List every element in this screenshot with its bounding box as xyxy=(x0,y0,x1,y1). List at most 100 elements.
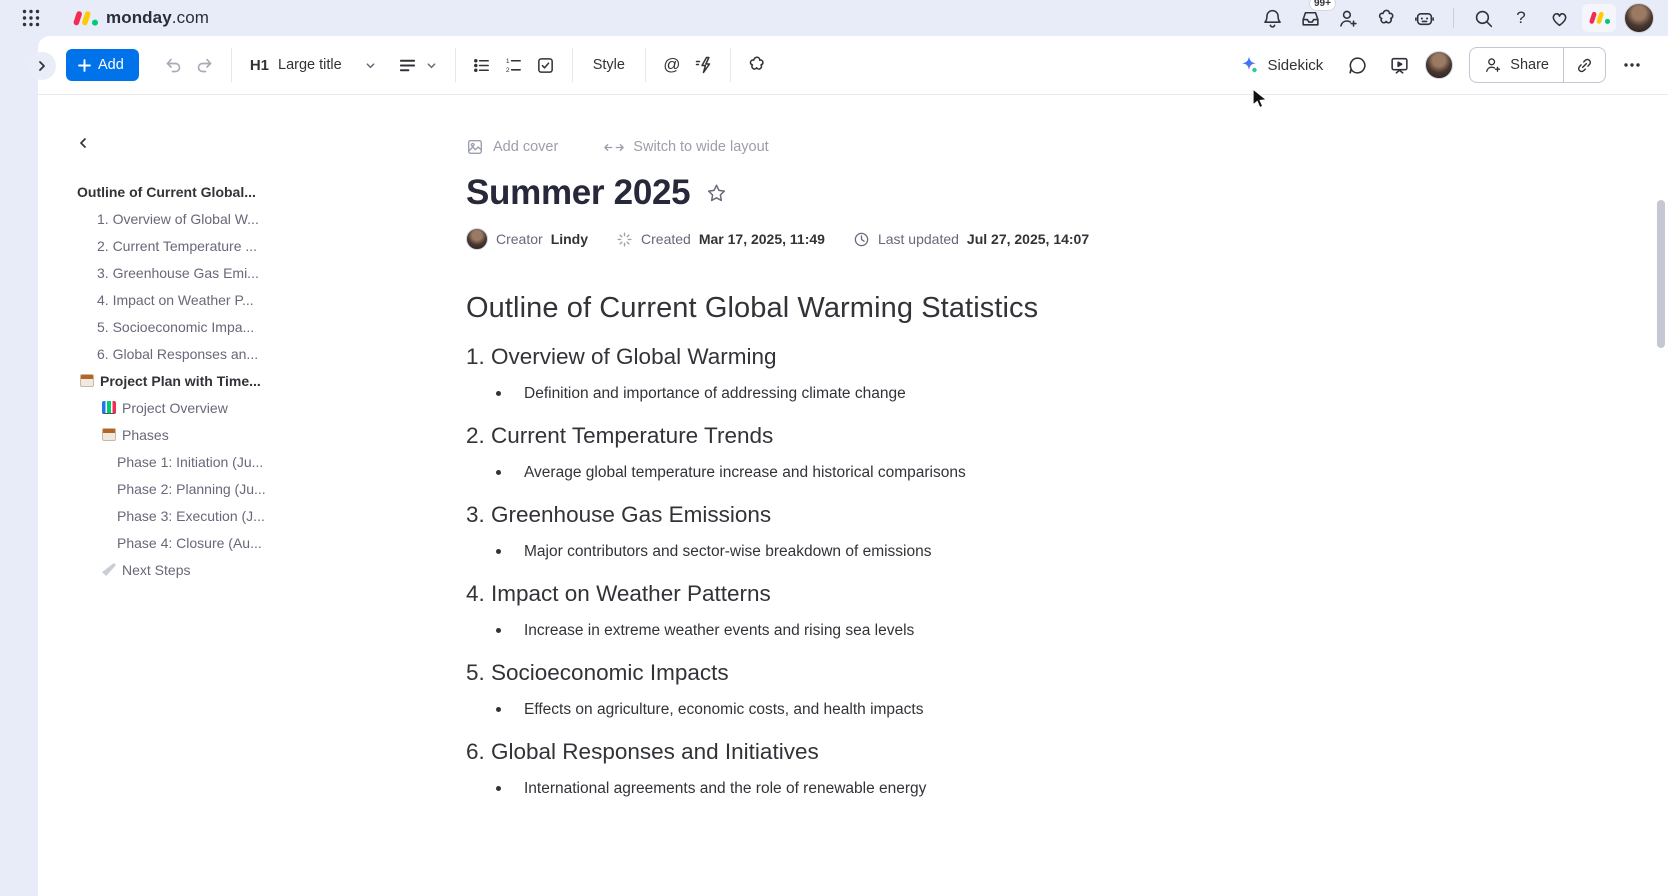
svg-text:1: 1 xyxy=(506,58,510,65)
comments-button[interactable] xyxy=(1341,49,1373,81)
bullet-item[interactable]: Increase in extreme weather events and r… xyxy=(466,620,1186,641)
outline-item[interactable]: Project Plan with Time... xyxy=(62,367,392,394)
section-heading[interactable]: 6. Global Responses and Initiatives xyxy=(466,737,1186,766)
doc-heading[interactable]: Outline of Current Global Warming Statis… xyxy=(466,292,1186,325)
outline-item-label: 6. Global Responses an... xyxy=(97,345,259,362)
outline-item[interactable]: Phase 3: Execution (J... xyxy=(62,502,392,529)
add-button[interactable]: Add xyxy=(66,49,139,81)
toolbar-divider xyxy=(454,48,456,82)
outline-item[interactable]: Phase 2: Planning (Ju... xyxy=(62,475,392,502)
bullet-dot xyxy=(496,391,501,396)
doc-section: 4. Impact on Weather Patterns Increase i… xyxy=(466,579,1186,641)
bullet-item[interactable]: Definition and importance of addressing … xyxy=(466,383,1186,404)
bullet-list-button[interactable] xyxy=(466,49,498,81)
redo-button[interactable] xyxy=(189,49,221,81)
wide-layout-button[interactable]: Switch to wide layout xyxy=(604,139,769,155)
apps-grid-icon[interactable] xyxy=(16,3,46,33)
bullet-item[interactable]: International agreements and the role of… xyxy=(466,778,1186,799)
section-heading[interactable]: 5. Socioeconomic Impacts xyxy=(466,658,1186,687)
numbered-list-button[interactable]: 1 2 xyxy=(498,49,530,81)
outline-item-label: 3. Greenhouse Gas Emi... xyxy=(97,264,259,281)
add-cover-button[interactable]: Add cover xyxy=(466,138,558,156)
creator-group[interactable]: Creator Lindy xyxy=(466,228,588,250)
updated-label: Last updated xyxy=(877,231,959,247)
doc-section: 1. Overview of Global Warming Definition… xyxy=(466,342,1186,404)
outline-item[interactable]: 5. Socioeconomic Impa... xyxy=(62,313,392,340)
section-heading[interactable]: 3. Greenhouse Gas Emissions xyxy=(466,500,1186,529)
inbox-updates-icon[interactable]: 99+ xyxy=(1295,0,1336,33)
spark-icon xyxy=(617,231,632,247)
present-mode-button[interactable] xyxy=(1383,49,1415,81)
notifications-bell-icon[interactable] xyxy=(1257,3,1287,33)
outline-item-label: Outline of Current Global... xyxy=(77,183,256,200)
more-options-button[interactable] xyxy=(1616,49,1648,81)
outline-item[interactable]: 1. Overview of Global W... xyxy=(62,205,392,232)
invite-member-icon[interactable] xyxy=(1333,3,1363,33)
document-content: Add cover Switch to wide layout Summer 2… xyxy=(466,96,1186,799)
sidekick-button[interactable]: Sidekick xyxy=(1231,49,1331,81)
outline-item[interactable]: 3. Greenhouse Gas Emi... xyxy=(62,259,392,286)
collapse-outline-button[interactable] xyxy=(70,130,96,156)
toolbar-divider xyxy=(230,48,232,82)
bullet-dot xyxy=(496,707,501,712)
sidekick-sparkle-icon xyxy=(1242,56,1258,73)
outline-item-label: 1. Overview of Global W... xyxy=(97,210,259,227)
outline-item[interactable]: Outline of Current Global... xyxy=(62,178,392,205)
doc-title[interactable]: Summer 2025 xyxy=(466,173,691,213)
bullet-text: Increase in extreme weather events and r… xyxy=(524,621,915,639)
apps-blob-button[interactable] xyxy=(741,49,773,81)
outline-item[interactable]: Phase 1: Initiation (Ju... xyxy=(62,448,392,475)
assistant-bot-icon[interactable] xyxy=(1409,3,1439,33)
collaborator-avatar[interactable] xyxy=(1425,51,1454,79)
section-heading[interactable]: 4. Impact on Weather Patterns xyxy=(466,579,1186,608)
doc-section: 2. Current Temperature Trends Average gl… xyxy=(466,421,1186,483)
outline-item-icon xyxy=(102,428,116,441)
creator-label: Creator xyxy=(496,231,543,247)
document-canvas: Add H1 Large title 1 2 Style @ Sidekick … xyxy=(28,36,1668,896)
doc-section: 3. Greenhouse Gas Emissions Major contri… xyxy=(466,500,1186,562)
plus-icon xyxy=(78,58,91,72)
user-avatar[interactable] xyxy=(1624,3,1654,33)
ai-writer-button[interactable] xyxy=(688,49,720,81)
at-icon: @ xyxy=(663,55,681,74)
outline-item-label: Phase 4: Closure (Au... xyxy=(117,534,262,551)
share-button[interactable]: Share xyxy=(1470,48,1563,82)
doc-sections: 1. Overview of Global Warming Definition… xyxy=(466,342,1186,799)
style-button[interactable]: Style xyxy=(583,51,635,79)
monday-logo[interactable]: monday.com xyxy=(72,8,209,28)
outline-item[interactable]: Next Steps xyxy=(62,556,392,583)
text-style-select[interactable]: H1 Large title xyxy=(242,51,384,80)
outline-item[interactable]: 4. Impact on Weather P... xyxy=(62,286,392,313)
align-select[interactable] xyxy=(390,50,445,81)
copy-link-button[interactable] xyxy=(1563,48,1605,82)
search-icon[interactable] xyxy=(1468,3,1498,33)
outline-item[interactable]: Phases xyxy=(62,421,392,448)
marketplace-blob-icon[interactable] xyxy=(1371,3,1401,33)
outline-item[interactable]: Phase 4: Closure (Au... xyxy=(62,529,392,556)
outline-item[interactable]: 2. Current Temperature ... xyxy=(62,232,392,259)
sidekick-label: Sidekick xyxy=(1267,56,1324,74)
top-app-bar: monday.com 99+ ? xyxy=(0,0,1668,36)
outline-item[interactable]: 6. Global Responses an... xyxy=(62,340,392,367)
outline-item[interactable]: Project Overview xyxy=(62,394,392,421)
bullet-dot xyxy=(496,470,501,475)
outline-item-icon xyxy=(102,563,116,576)
help-icon[interactable]: ? xyxy=(1506,3,1536,33)
undo-button[interactable] xyxy=(157,49,189,81)
updated-group: Last updated Jul 27, 2025, 14:07 xyxy=(853,231,1089,248)
expand-panel-button[interactable] xyxy=(28,52,56,80)
bullet-item[interactable]: Effects on agriculture, economic costs, … xyxy=(466,699,1186,720)
mention-button[interactable]: @ xyxy=(656,49,688,81)
creator-name: Lindy xyxy=(550,231,589,247)
bullet-item[interactable]: Major contributors and sector-wise break… xyxy=(466,541,1186,562)
vertical-scrollbar[interactable] xyxy=(1657,200,1665,348)
bullet-item[interactable]: Average global temperature increase and … xyxy=(466,462,1186,483)
favorites-heart-icon[interactable] xyxy=(1544,3,1574,33)
arrows-horizontal-icon xyxy=(604,143,625,151)
outline-item-icon xyxy=(80,374,94,387)
section-heading[interactable]: 2. Current Temperature Trends xyxy=(466,421,1186,450)
favorite-star-icon[interactable] xyxy=(706,183,727,204)
checklist-button[interactable] xyxy=(530,49,562,81)
section-heading[interactable]: 1. Overview of Global Warming xyxy=(466,342,1186,371)
monday-product-icon[interactable] xyxy=(1582,4,1616,32)
